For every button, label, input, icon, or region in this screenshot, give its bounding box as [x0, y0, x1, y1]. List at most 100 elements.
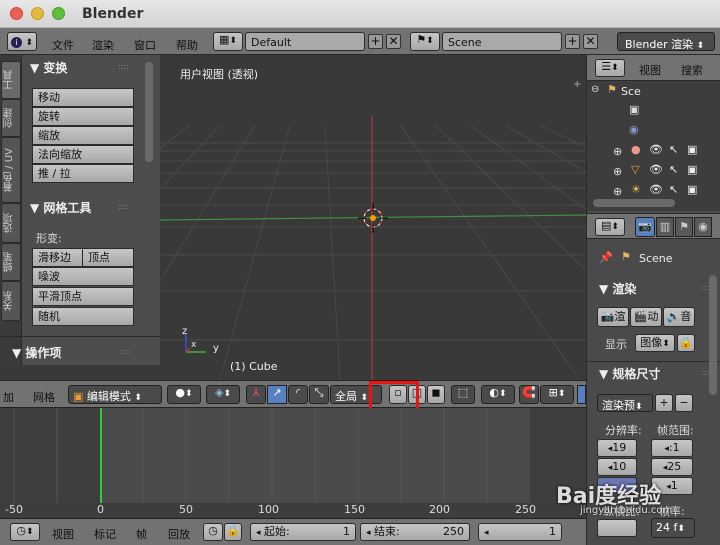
aspect-x-field[interactable] — [597, 519, 637, 537]
properties-scrollbar[interactable] — [709, 275, 717, 395]
drag-handle-icon[interactable]: :::: — [118, 62, 129, 71]
world-tab-icon[interactable]: ◉ — [694, 217, 712, 237]
3d-viewport[interactable]: 用户视图 (透视) (1) Cube y z x + — [160, 55, 586, 380]
tab-tools[interactable]: 工具 — [1, 61, 21, 99]
mesh-menu[interactable]: 网格 — [33, 389, 55, 405]
drag-handle-icon[interactable]: :::: — [120, 347, 131, 356]
outliner-search-menu[interactable]: 搜索 — [681, 62, 703, 78]
eye-icon[interactable]: 👁 — [649, 143, 663, 156]
timeline-playback-menu[interactable]: 回放 — [168, 526, 190, 542]
preview-range-icon[interactable]: ◷ — [203, 523, 223, 541]
eye-icon[interactable]: 👁 — [649, 163, 663, 176]
outliner-scrollbar[interactable] — [593, 199, 675, 207]
frame-rate-dropdown[interactable]: 24 f⬍ — [651, 518, 695, 538]
current-frame-field[interactable]: ◂ 1 — [478, 523, 562, 541]
render-camera-icon[interactable]: ▣ — [687, 163, 697, 176]
display-dropdown[interactable]: 图像⬍ — [635, 334, 675, 352]
snap-toggle-icon[interactable]: 🧲 — [519, 385, 539, 404]
add-scene-button[interactable]: + — [565, 34, 580, 49]
outliner-view-menu[interactable]: 视图 — [639, 62, 661, 78]
menu-window[interactable]: 窗口 — [134, 37, 156, 53]
face-select-mode-icon[interactable]: ◼ — [427, 385, 445, 404]
outliner-scene-item[interactable]: Sce — [621, 85, 641, 98]
scene-tab-icon[interactable]: ⚑ — [675, 217, 693, 237]
menu-render[interactable]: 渲染 — [92, 37, 114, 53]
snap-element-dropdown[interactable]: ⊞⬍ — [540, 385, 574, 404]
normal-scale-button[interactable]: 法向缩放 — [32, 145, 134, 164]
slide-edge-button[interactable]: 滑移边 — [32, 248, 83, 267]
vertex-slide-button[interactable]: 顶点 — [82, 248, 134, 267]
render-animation-button[interactable]: 🎬动 — [630, 307, 662, 327]
limit-selection-icon[interactable]: ⬚ — [451, 385, 475, 404]
menu-help[interactable]: 帮助 — [176, 37, 198, 53]
render-layers-tab-icon[interactable]: ▥ — [656, 217, 674, 237]
frame-end-field[interactable]: ◂25 — [651, 458, 693, 476]
properties-editor-type-button[interactable]: ▤⬍ — [595, 218, 625, 236]
expand-icon[interactable]: ⊕ — [613, 185, 622, 198]
interaction-mode-dropdown[interactable]: ▣ 编辑模式 ⬍ — [68, 385, 162, 404]
pivot-point-dropdown[interactable]: ◈⬍ — [206, 385, 240, 404]
tool-shelf-scrollbar[interactable] — [145, 62, 153, 162]
resolution-y-field[interactable]: ◂10 — [597, 458, 637, 476]
scale-button[interactable]: 缩放 — [32, 126, 134, 145]
add-layout-button[interactable]: + — [368, 34, 383, 49]
scale-manipulator-icon[interactable]: ⤡ — [309, 385, 329, 404]
manipulator-toggle[interactable]: ⅄ — [246, 385, 266, 404]
close-window-button[interactable] — [10, 7, 23, 20]
expand-icon[interactable]: ⊕ — [613, 165, 622, 178]
render-preview-icon[interactable] — [577, 385, 586, 404]
remove-layout-button[interactable]: ✕ — [386, 34, 401, 49]
menu-file[interactable]: 文件 — [52, 37, 74, 53]
minimize-window-button[interactable] — [31, 7, 44, 20]
frame-end-field[interactable]: ◂ 结束: 250 — [360, 523, 470, 541]
rotate-button[interactable]: 旋转 — [32, 107, 134, 126]
lock-time-icon[interactable]: 🔒 — [224, 523, 242, 541]
tab-relations[interactable]: 关系 — [1, 281, 21, 321]
layout-name-field[interactable]: Default — [245, 32, 365, 51]
collapse-icon[interactable]: ⊖ — [591, 84, 599, 95]
timeline-ruler[interactable] — [0, 503, 586, 518]
render-camera-icon[interactable]: ▣ — [687, 183, 697, 196]
noise-button[interactable]: 噪波 — [32, 267, 134, 286]
randomize-button[interactable]: 随机 — [32, 307, 134, 326]
remove-scene-button[interactable]: ✕ — [583, 34, 598, 49]
render-presets-dropdown[interactable]: 渲染预⬍ — [597, 394, 653, 412]
cursor-select-icon[interactable]: ↖ — [669, 163, 678, 176]
tab-create[interactable]: 创建 — [1, 99, 21, 137]
frame-start-field[interactable]: ◂ 起始: 1 — [250, 523, 356, 541]
render-panel-header[interactable]: ▼ 渲染 — [599, 280, 636, 297]
tab-shading-uv[interactable]: 着色 / UV — [1, 137, 21, 203]
editor-type-button[interactable]: i ⬍ — [7, 32, 37, 51]
render-tab-camera-icon[interactable]: 📷 — [635, 217, 655, 237]
scene-selector-button[interactable]: ⚑⬍ — [410, 32, 440, 51]
expand-icon[interactable]: ⊕ — [613, 145, 622, 158]
push-pull-button[interactable]: 推 / 拉 — [32, 164, 134, 183]
render-audio-button[interactable]: 🔊音 — [663, 307, 695, 327]
outliner-editor-type-button[interactable]: ☰⬍ — [595, 59, 625, 77]
frame-start-field[interactable]: ◂:1 — [651, 439, 693, 457]
timeline-area[interactable] — [0, 408, 586, 518]
drag-handle-icon[interactable]: :::: — [118, 202, 129, 211]
tab-options[interactable]: 选项 — [1, 203, 21, 243]
remove-preset-button[interactable]: − — [675, 394, 693, 412]
render-engine-dropdown[interactable]: Blender 渲染 ⬍ — [617, 32, 715, 51]
tab-grease-pencil[interactable]: 蜡笔 — [1, 243, 21, 281]
viewport-shading-dropdown[interactable]: ●⬍ — [167, 385, 201, 404]
render-image-button[interactable]: 📷渲 — [597, 307, 629, 327]
move-button[interactable]: 移动 — [32, 88, 134, 107]
add-menu[interactable]: 加 — [3, 389, 14, 405]
lock-interface-icon[interactable]: 🔒 — [677, 334, 695, 352]
dimensions-panel-header[interactable]: ▼ 规格尺寸 — [599, 365, 660, 382]
proportional-edit-dropdown[interactable]: ◐⬍ — [481, 385, 515, 404]
maximize-window-button[interactable] — [52, 7, 65, 20]
plus-icon[interactable]: + — [573, 79, 581, 90]
eye-icon[interactable]: 👁 — [649, 183, 663, 196]
timeline-editor-type-button[interactable]: ◷⬍ — [10, 523, 40, 541]
cursor-select-icon[interactable]: ↖ — [669, 183, 678, 196]
timeline-marker-menu[interactable]: 标记 — [94, 526, 116, 542]
pin-icon[interactable]: 📌 — [599, 251, 613, 264]
layout-selector-button[interactable]: ▦⬍ — [213, 32, 243, 51]
mesh-tools-panel-header[interactable]: ▼ 网格工具 — [30, 199, 91, 216]
resolution-x-field[interactable]: ◂19 — [597, 439, 637, 457]
timeline-view-menu[interactable]: 视图 — [52, 526, 74, 542]
